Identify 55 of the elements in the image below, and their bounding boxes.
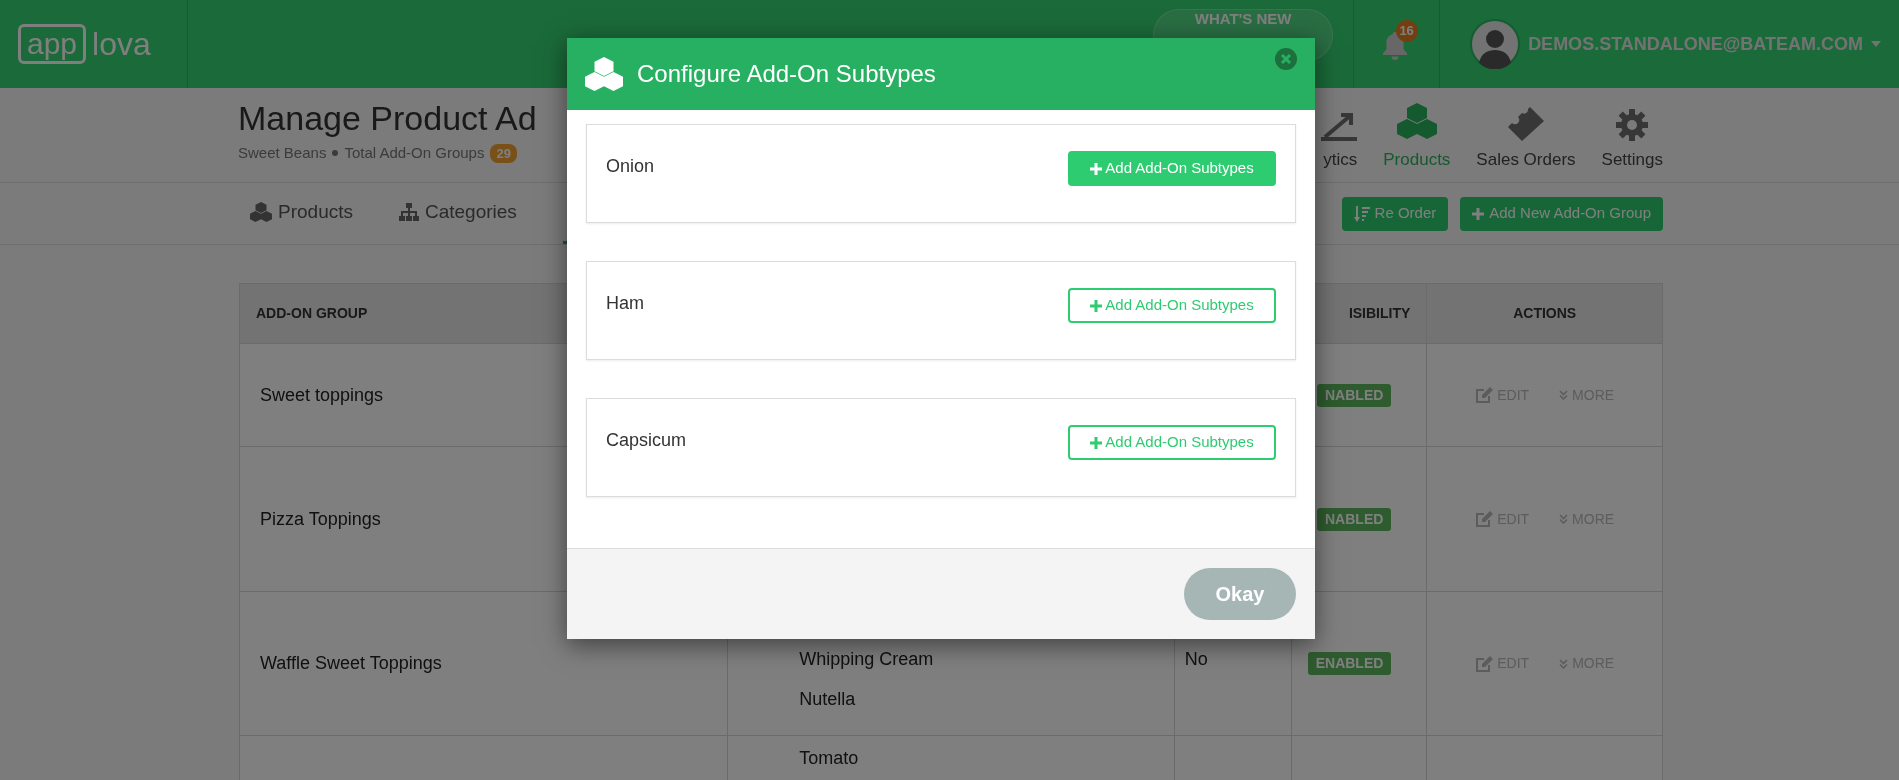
chevron-icon xyxy=(1559,390,1569,400)
reorder-button[interactable]: Re Order xyxy=(1341,196,1449,231)
tab[interactable]: Products xyxy=(250,183,353,244)
okay-button[interactable]: Okay xyxy=(1184,568,1296,620)
status-badge: ENABLED xyxy=(1307,652,1392,675)
table-cell-text: Waffle Sweet Toppings xyxy=(260,652,442,675)
item-name: Ham xyxy=(606,292,644,315)
edit-icon xyxy=(1475,511,1494,527)
table-cell-text: No xyxy=(1184,648,1208,671)
add-subtypes-button[interactable]: Add Add-On Subtypes xyxy=(1068,151,1276,186)
edit-icon xyxy=(1475,655,1494,672)
plus-icon xyxy=(1090,299,1103,312)
table-cell-text: Pizza Toppings xyxy=(260,507,381,531)
cubes-icon xyxy=(1396,100,1437,141)
app-logo: app lova xyxy=(18,24,151,64)
sitemap-icon xyxy=(399,203,419,221)
status-badge: NABLED xyxy=(1317,383,1392,407)
settings-icon xyxy=(1616,108,1649,141)
plus-icon xyxy=(1472,207,1485,220)
table-cell-text: Sweet toppings xyxy=(260,383,384,407)
plus-icon xyxy=(1090,436,1103,449)
ticket-icon xyxy=(1507,106,1544,141)
dialog-title: Configure Add-On Subtypes xyxy=(637,59,936,89)
nav-item[interactable]: Sales Orders xyxy=(1476,106,1576,172)
close-icon[interactable] xyxy=(1275,48,1297,70)
status-badge: NABLED xyxy=(1317,507,1392,531)
add-subtypes-button[interactable]: Add Add-On Subtypes xyxy=(1068,288,1276,323)
column-header: ACTIONS xyxy=(1512,304,1578,323)
caret-icon[interactable] xyxy=(1871,41,1881,47)
add-subtypes-button[interactable]: Add Add-On Subtypes xyxy=(1068,425,1276,460)
add-group-button[interactable]: Add New Add-On Group xyxy=(1460,196,1663,231)
store-name: Sweet Beans xyxy=(238,143,327,163)
item-name: Capsicum xyxy=(606,429,687,452)
total-label: Total Add-On Groups xyxy=(344,143,485,163)
nav-item[interactable]: Settings xyxy=(1601,108,1663,172)
sort-icon xyxy=(1353,205,1370,222)
table-cell-text: Nutella xyxy=(799,688,857,711)
plus-icon xyxy=(1090,162,1103,175)
cubes-icon xyxy=(585,55,623,93)
nav-item[interactable]: ytics xyxy=(1307,110,1358,172)
chart-icon xyxy=(1321,110,1358,141)
item-name: Onion xyxy=(606,155,655,178)
page-title: Manage Product Ad xyxy=(238,98,537,139)
table-cell-text: Whipping Cream xyxy=(799,648,935,671)
chevron-icon xyxy=(1559,658,1569,669)
user-email[interactable]: DEMOS.STANDALONE@BATEAM.COM xyxy=(1528,30,1863,58)
chevron-icon xyxy=(1559,514,1569,524)
tab[interactable]: Categories xyxy=(399,183,517,244)
avatar[interactable] xyxy=(1470,19,1521,69)
cubes-icon xyxy=(250,201,272,223)
nav-item[interactable]: Products xyxy=(1383,100,1451,172)
notification-count: 16 xyxy=(1395,20,1418,42)
edit-icon xyxy=(1475,387,1494,403)
table-cell-text: Tomato xyxy=(799,747,860,770)
count-badge: 29 xyxy=(490,143,517,163)
